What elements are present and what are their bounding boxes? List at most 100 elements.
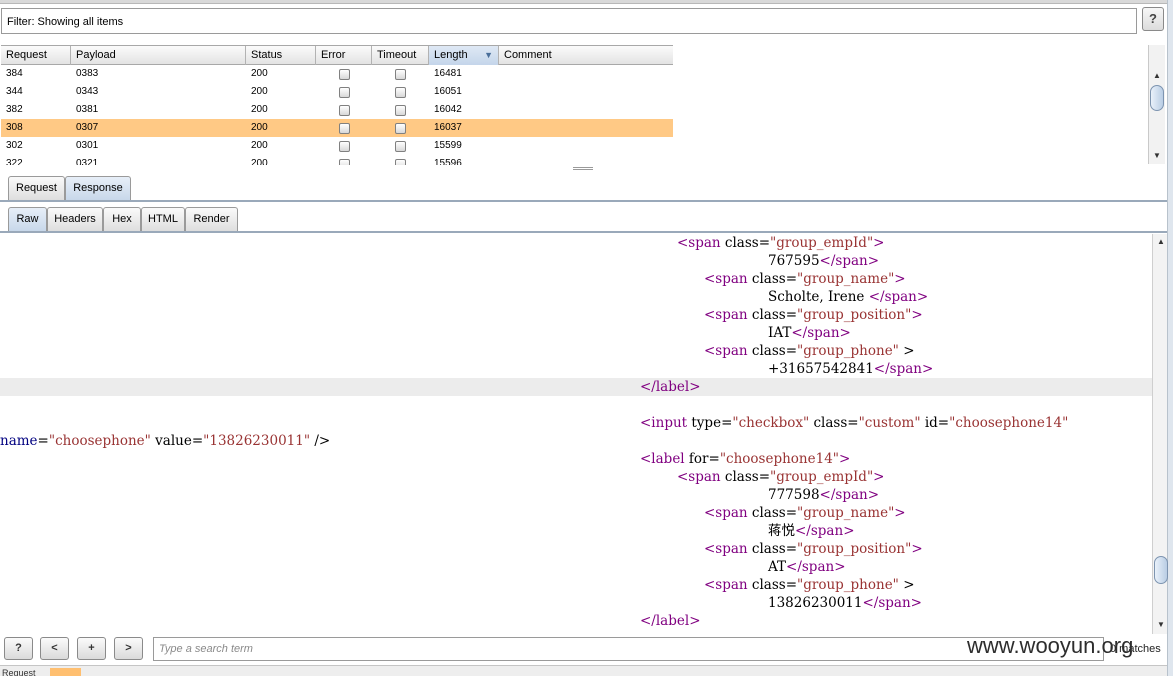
code-line-text: IAT</span>	[768, 325, 851, 341]
error-checkbox	[339, 159, 350, 165]
code-line: +31657542841</span>	[0, 360, 1152, 378]
search-add-button[interactable]: +	[77, 637, 106, 660]
error-checkbox	[339, 69, 350, 80]
code-line: <span class="group_name">	[0, 504, 1152, 522]
cell-request: 308	[6, 122, 23, 133]
code-line-text: 蒋悦</span>	[768, 523, 855, 539]
filter-bar[interactable]: Filter: Showing all items	[1, 8, 1137, 34]
cell-status: 200	[251, 140, 268, 151]
tab-raw[interactable]: Raw	[8, 207, 47, 231]
scroll-up-icon[interactable]: ▲	[1149, 69, 1165, 83]
table-row[interactable]: 384 0383 200 16481	[1, 65, 673, 83]
code-line: <span class="group_empId">	[0, 234, 1152, 252]
code-line: <span class="group_phone" >	[0, 576, 1152, 594]
tab-response[interactable]: Response	[65, 176, 131, 200]
error-checkbox	[339, 105, 350, 116]
code-line: Scholte, Irene </span>	[0, 288, 1152, 306]
response-raw-view[interactable]: <span class="group_empId"> 767595</span> <…	[0, 234, 1152, 634]
request-response-tabs: Request Response	[0, 176, 140, 200]
code-line: 蒋悦</span>	[0, 522, 1152, 540]
cell-request: 384	[6, 68, 23, 79]
error-checkbox	[339, 87, 350, 98]
table-scrollbar[interactable]: ▲ ▼	[1148, 45, 1165, 164]
column-header-status[interactable]: Status	[246, 46, 316, 65]
tab-html[interactable]: HTML	[141, 207, 185, 231]
tab-render[interactable]: Render	[185, 207, 238, 231]
response-scrollbar[interactable]: ▲ ▼	[1152, 234, 1169, 634]
table-row[interactable]: 308 0307 200 16037	[1, 119, 673, 137]
code-line: 777598</span>	[0, 486, 1152, 504]
error-checkbox	[339, 123, 350, 134]
cell-length: 16051	[434, 86, 462, 97]
sort-descending-icon: ▼	[484, 50, 493, 60]
search-help-button[interactable]: ?	[4, 637, 33, 660]
code-line: name="choosephone" value="13826230011" /…	[0, 432, 1152, 450]
column-header-error[interactable]: Error	[316, 46, 372, 65]
search-next-button[interactable]: >	[114, 637, 143, 660]
tab-headers[interactable]: Headers	[47, 207, 103, 231]
code-line-text: Scholte, Irene </span>	[768, 289, 929, 305]
table-scroll-thumb[interactable]	[1150, 85, 1164, 111]
table-row[interactable]: 344 0343 200 16051	[1, 83, 673, 101]
cell-length: 16042	[434, 104, 462, 115]
tab-request[interactable]: Request	[8, 176, 65, 200]
table-row[interactable]: 322 0321 200 15596	[1, 155, 673, 165]
column-header-payload[interactable]: Payload	[71, 46, 246, 65]
filter-help-button[interactable]: ?	[1142, 7, 1164, 31]
scroll-down-icon[interactable]: ▼	[1153, 618, 1169, 632]
response-scroll-thumb[interactable]	[1154, 556, 1168, 584]
search-input[interactable]: Type a search term	[153, 637, 1104, 661]
scroll-down-icon[interactable]: ▼	[1149, 149, 1165, 163]
code-line: </label>	[0, 612, 1152, 630]
code-line-text: <span class="group_empId">	[677, 469, 885, 485]
table-body: 384 0383 200 16481 344 0343 200 16051 382 0381 200…	[1, 65, 673, 165]
cell-request: 322	[6, 158, 23, 165]
cell-request: 302	[6, 140, 23, 151]
cell-status: 200	[251, 158, 268, 165]
code-line-text: <span class="group_phone" >	[704, 343, 915, 359]
table-row[interactable]: 382 0381 200 16042	[1, 101, 673, 119]
code-line-text: AT</span>	[768, 559, 846, 575]
column-header-request[interactable]: Request	[1, 46, 71, 65]
cell-payload: 0383	[76, 68, 99, 79]
cell-payload: 0381	[76, 104, 99, 115]
code-line-text: <span class="group_position">	[704, 307, 923, 323]
code-line-text: </label>	[640, 379, 701, 395]
cell-status: 200	[251, 68, 268, 79]
tab-separator	[0, 200, 1167, 202]
code-line-text: <span class="group_name">	[704, 505, 906, 521]
code-line: <span class="group_empId">	[0, 468, 1152, 486]
code-line: <label for="choosephone14">	[0, 450, 1152, 468]
status-strip: Request	[0, 665, 1167, 676]
timeout-checkbox	[395, 105, 406, 116]
column-header-timeout[interactable]: Timeout	[372, 46, 429, 65]
cell-length: 16037	[434, 122, 462, 133]
results-table: Request Payload Status Error Timeout Len…	[1, 45, 673, 165]
code-line: <span class="group_phone" >	[0, 342, 1152, 360]
filter-label: Filter: Showing all items	[7, 16, 124, 28]
code-line-text: <input type="checkbox" class="custom" id…	[640, 415, 1069, 431]
timeout-checkbox	[395, 159, 406, 165]
timeout-checkbox	[395, 141, 406, 152]
code-line-text: <span class="group_empId">	[677, 235, 885, 251]
split-pane-handle[interactable]	[573, 167, 593, 170]
scroll-up-icon[interactable]: ▲	[1153, 235, 1169, 249]
cell-payload: 0343	[76, 86, 99, 97]
tab-hex[interactable]: Hex	[103, 207, 141, 231]
view-tab-separator	[0, 231, 1167, 233]
search-previous-button[interactable]: <	[40, 637, 69, 660]
cell-length: 16481	[434, 68, 462, 79]
code-line-text: +31657542841</span>	[768, 361, 934, 377]
cell-request: 382	[6, 104, 23, 115]
cell-payload: 0321	[76, 158, 99, 165]
table-row[interactable]: 302 0301 200 15599	[1, 137, 673, 155]
timeout-checkbox	[395, 69, 406, 80]
watermark: www.wooyun.org	[967, 633, 1134, 658]
column-header-comment[interactable]: Comment	[499, 46, 673, 65]
code-line: <span class="group_position">	[0, 306, 1152, 324]
cell-request: 344	[6, 86, 23, 97]
column-header-length[interactable]: Length ▼	[429, 46, 499, 65]
cell-status: 200	[251, 122, 268, 133]
status-label: Request	[2, 668, 36, 676]
